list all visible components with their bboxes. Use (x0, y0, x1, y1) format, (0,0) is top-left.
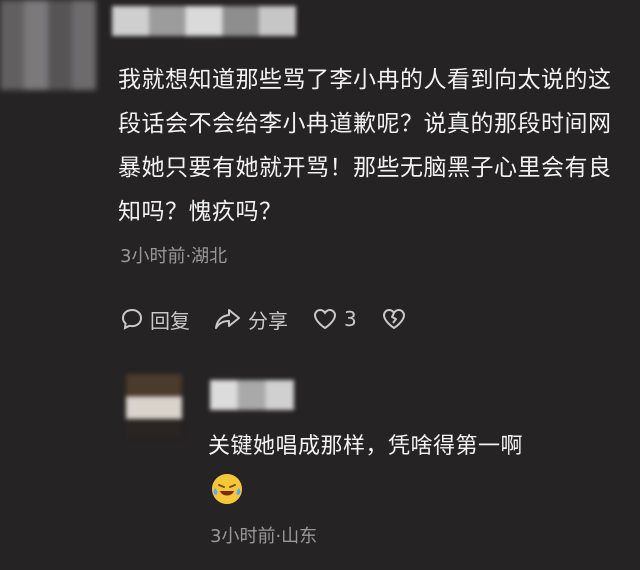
comment-text: 我就想知道那些骂了李小冉的人看到向太说的这段话会不会给李小冉道歉呢？说真的那段时… (118, 67, 612, 225)
reply-avatar-blurred[interactable] (126, 374, 182, 438)
dislike-button[interactable] (381, 307, 407, 331)
like-count: 3 (344, 307, 357, 331)
commenter-avatar-blurred[interactable] (0, 0, 96, 90)
comment-actions: 回复 分享 3 (120, 302, 431, 336)
reply-meta: 3小时前·山东 (210, 526, 318, 547)
heart-icon (313, 308, 337, 330)
share-label: 分享 (248, 308, 288, 333)
reply-button[interactable]: 回复 (120, 305, 190, 334)
broken-heart-icon (382, 309, 405, 329)
commenter-name-blurred[interactable] (112, 6, 296, 36)
share-arrow-icon (215, 309, 240, 329)
comment-meta: 3小时前·湖北 (120, 246, 228, 267)
like-button[interactable]: 3 (312, 307, 357, 331)
reply-bubble-icon (121, 308, 143, 330)
reply-label: 回复 (150, 308, 190, 333)
reply-text: 关键她唱成那样，凭啥得第一啊 (208, 434, 524, 459)
laughing-crying-emoji-icon (212, 474, 242, 504)
reply-name-blurred[interactable] (210, 380, 294, 410)
share-button[interactable]: 分享 (214, 305, 288, 334)
